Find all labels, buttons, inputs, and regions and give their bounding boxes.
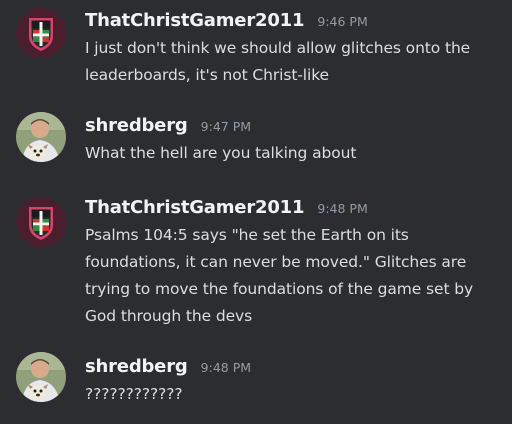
message-text: What the hell are you talking about xyxy=(85,144,357,162)
username[interactable]: shredberg xyxy=(85,356,188,377)
timestamp: 9:47 PM xyxy=(200,119,252,134)
message-header: shredberg 9:47 PM xyxy=(85,115,251,136)
username[interactable]: ThatChristGamer2011 xyxy=(85,197,304,218)
timestamp: 9:48 PM xyxy=(200,360,252,375)
avatar[interactable] xyxy=(16,112,66,162)
timestamp: 9:46 PM xyxy=(317,14,368,29)
message-text: I just don't think we should allow glitc… xyxy=(85,39,471,84)
avatar[interactable] xyxy=(16,8,66,58)
avatar[interactable] xyxy=(16,352,66,402)
message-text: Psalms 104:5 says "he set the Earth on i… xyxy=(85,226,474,325)
message-header: ThatChristGamer2011 9:48 PM xyxy=(85,197,368,218)
chat-message-list: ThatChristGamer2011 9:46 PM I just don't… xyxy=(0,0,512,424)
username[interactable]: shredberg xyxy=(85,115,188,136)
message-header: ThatChristGamer2011 9:46 PM xyxy=(85,10,368,31)
timestamp: 9:48 PM xyxy=(317,201,368,216)
heraldic-shield-crest-icon xyxy=(16,197,66,247)
message-header: shredberg 9:48 PM xyxy=(85,356,251,377)
avatar[interactable] xyxy=(16,197,66,247)
message-text: ???????????? xyxy=(85,385,183,403)
username[interactable]: ThatChristGamer2011 xyxy=(85,10,304,31)
heraldic-shield-crest-icon xyxy=(16,8,66,58)
user-photo-icon xyxy=(16,112,66,162)
user-photo-icon xyxy=(16,352,66,402)
